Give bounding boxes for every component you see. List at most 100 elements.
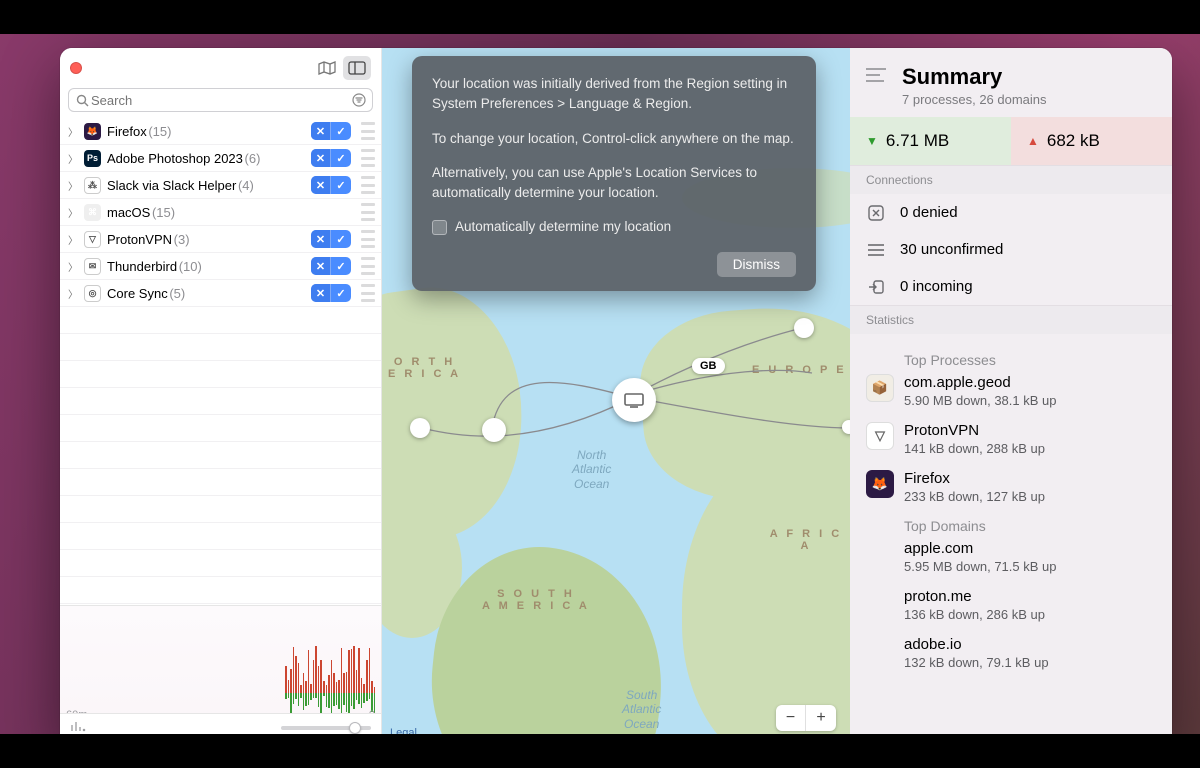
process-row[interactable]: 〉 ◎ Core Sync (5) ✕✓ xyxy=(60,280,381,307)
top-process-row[interactable]: 🦊Firefox233 kB down, 127 kB up xyxy=(866,470,1156,504)
app-icon: Ps xyxy=(84,150,101,167)
connections-denied[interactable]: 0 denied xyxy=(850,194,1172,231)
graph-mode-icon[interactable] xyxy=(70,720,86,735)
zoom-out-button[interactable]: − xyxy=(776,705,806,731)
top-processes-label: Top Processes xyxy=(904,352,1156,368)
process-icon: 📦 xyxy=(866,374,894,402)
action-toggle[interactable]: ✕✓ xyxy=(311,149,351,167)
domain-detail: 136 kB down, 286 kB up xyxy=(904,607,1045,622)
process-icon: ▽ xyxy=(866,422,894,450)
summary-subtitle: 7 processes, 26 domains xyxy=(902,92,1047,107)
zoom-control: − + xyxy=(776,705,836,731)
disclosure-icon[interactable]: 〉 xyxy=(68,259,78,274)
app-icon: 🦊 xyxy=(84,123,101,140)
action-toggle[interactable]: ✕✓ xyxy=(311,122,351,140)
dismiss-button[interactable]: Dismiss xyxy=(717,252,796,277)
connections-unconfirmed[interactable]: 30 unconfirmed xyxy=(850,231,1172,268)
row-options-icon[interactable] xyxy=(361,149,375,167)
map-label-south-america: S O U T H A M E R I C A xyxy=(482,588,590,612)
domain-detail: 132 kB down, 79.1 kB up xyxy=(904,655,1049,670)
process-title: ProtonVPN xyxy=(904,422,1045,439)
top-process-row[interactable]: 📦 com.apple.geod 5.90 MB down, 38.1 kB up xyxy=(866,374,1156,408)
sidebar-toggle-button[interactable] xyxy=(343,56,371,80)
row-options-icon[interactable] xyxy=(361,284,375,302)
map-label-europe: E U R O P E xyxy=(752,364,847,376)
action-toggle[interactable]: ✕✓ xyxy=(311,284,351,302)
map-node xyxy=(794,318,814,338)
process-icon: 🦊 xyxy=(866,470,894,498)
app-icon: ◎ xyxy=(84,285,101,302)
domain-title: proton.me xyxy=(904,588,1045,605)
search-icon xyxy=(73,94,91,107)
disclosure-icon[interactable]: 〉 xyxy=(68,178,78,193)
map-node xyxy=(410,418,430,438)
summary-pane: Summary 7 processes, 26 domains ▼6.71 MB… xyxy=(850,48,1172,745)
incoming-icon xyxy=(866,280,886,294)
disclosure-icon[interactable]: 〉 xyxy=(68,151,78,166)
action-toggle[interactable]: ✕✓ xyxy=(311,230,351,248)
top-domain-row[interactable]: proton.me 136 kB down, 286 kB up xyxy=(866,588,1156,622)
row-options-icon[interactable] xyxy=(361,203,375,221)
popover-text: Alternatively, you can use Apple's Locat… xyxy=(432,163,796,204)
popover-text: To change your location, Control-click a… xyxy=(432,129,796,149)
process-name: Core Sync (5) xyxy=(107,286,305,301)
top-domain-row[interactable]: apple.com 5.95 MB down, 71.5 kB up xyxy=(866,540,1156,574)
auto-location-label: Automatically determine my location xyxy=(455,217,671,237)
row-options-icon[interactable] xyxy=(361,176,375,194)
process-name: Slack via Slack Helper (4) xyxy=(107,178,305,193)
action-toggle[interactable]: ✕✓ xyxy=(311,257,351,275)
process-row[interactable]: 〉⁂Slack via Slack Helper (4)✕✓ xyxy=(60,172,381,199)
process-row[interactable]: 〉 ⌘ macOS (15) xyxy=(60,199,381,226)
process-name: ProtonVPN (3) xyxy=(107,232,305,247)
process-row[interactable]: 〉✉Thunderbird (10)✕✓ xyxy=(60,253,381,280)
domain-title: adobe.io xyxy=(904,636,1049,653)
app-window: 〉 🦊 Firefox (15) ✕✓ 〉 Ps Adobe Photoshop 2023 … xyxy=(60,48,1172,745)
map-view-button[interactable] xyxy=(313,56,341,80)
up-arrow-icon: ▲ xyxy=(1027,134,1039,148)
action-toggle[interactable]: ✕✓ xyxy=(311,176,351,194)
map-node xyxy=(482,418,506,442)
disclosure-icon[interactable]: 〉 xyxy=(68,286,78,301)
process-row[interactable]: 〉 🦊 Firefox (15) ✕✓ xyxy=(60,118,381,145)
row-options-icon[interactable] xyxy=(361,230,375,248)
process-list: 〉 🦊 Firefox (15) ✕✓ 〉 Ps Adobe Photoshop 2023 … xyxy=(60,118,381,605)
process-name: Adobe Photoshop 2023 (6) xyxy=(107,151,305,166)
time-range-slider[interactable] xyxy=(281,726,371,730)
process-name: Firefox (15) xyxy=(107,124,305,139)
section-connections: Connections xyxy=(850,165,1172,194)
domain-detail: 5.95 MB down, 71.5 kB up xyxy=(904,559,1056,574)
total-upload: ▲682 kB xyxy=(1011,117,1172,165)
process-title: com.apple.geod xyxy=(904,374,1056,391)
sidebar: 〉 🦊 Firefox (15) ✕✓ 〉 Ps Adobe Photoshop 2023 … xyxy=(60,48,382,745)
filter-icon[interactable] xyxy=(350,93,368,107)
map-pane[interactable]: O R T HE R I C A S O U T H A M E R I C A… xyxy=(382,48,850,745)
top-process-row[interactable]: ▽ProtonVPN141 kB down, 288 kB up xyxy=(866,422,1156,456)
location-popover: Your location was initially derived from… xyxy=(412,56,816,291)
disclosure-icon[interactable]: 〉 xyxy=(68,124,78,139)
country-badge: GB xyxy=(692,358,725,374)
app-icon: ✉ xyxy=(84,258,101,275)
process-row[interactable]: 〉 ▽ ProtonVPN (3) ✕✓ xyxy=(60,226,381,253)
process-row[interactable]: 〉 Ps Adobe Photoshop 2023 (6) ✕✓ xyxy=(60,145,381,172)
row-options-icon[interactable] xyxy=(361,257,375,275)
window-close-button[interactable] xyxy=(70,62,82,74)
domain-title: apple.com xyxy=(904,540,1056,557)
disclosure-icon[interactable]: 〉 xyxy=(68,205,78,220)
disclosure-icon[interactable]: 〉 xyxy=(68,232,78,247)
app-icon: ▽ xyxy=(84,231,101,248)
zoom-in-button[interactable]: + xyxy=(806,705,836,731)
top-domain-row[interactable]: adobe.io 132 kB down, 79.1 kB up xyxy=(866,636,1156,670)
process-detail: 5.90 MB down, 38.1 kB up xyxy=(904,393,1056,408)
map-label-north-america: O R T HE R I C A xyxy=(388,356,461,380)
total-download: ▼6.71 MB xyxy=(850,117,1011,165)
search-input[interactable] xyxy=(91,93,350,108)
search-field[interactable] xyxy=(68,88,373,112)
down-arrow-icon: ▼ xyxy=(866,134,878,148)
row-options-icon[interactable] xyxy=(361,122,375,140)
process-name: macOS (15) xyxy=(107,205,351,220)
app-icon: ⌘ xyxy=(84,204,101,221)
summary-title: Summary xyxy=(902,64,1047,90)
connections-incoming[interactable]: 0 incoming xyxy=(850,268,1172,305)
auto-location-checkbox[interactable] xyxy=(432,220,447,235)
summary-menu-icon[interactable] xyxy=(866,68,888,85)
